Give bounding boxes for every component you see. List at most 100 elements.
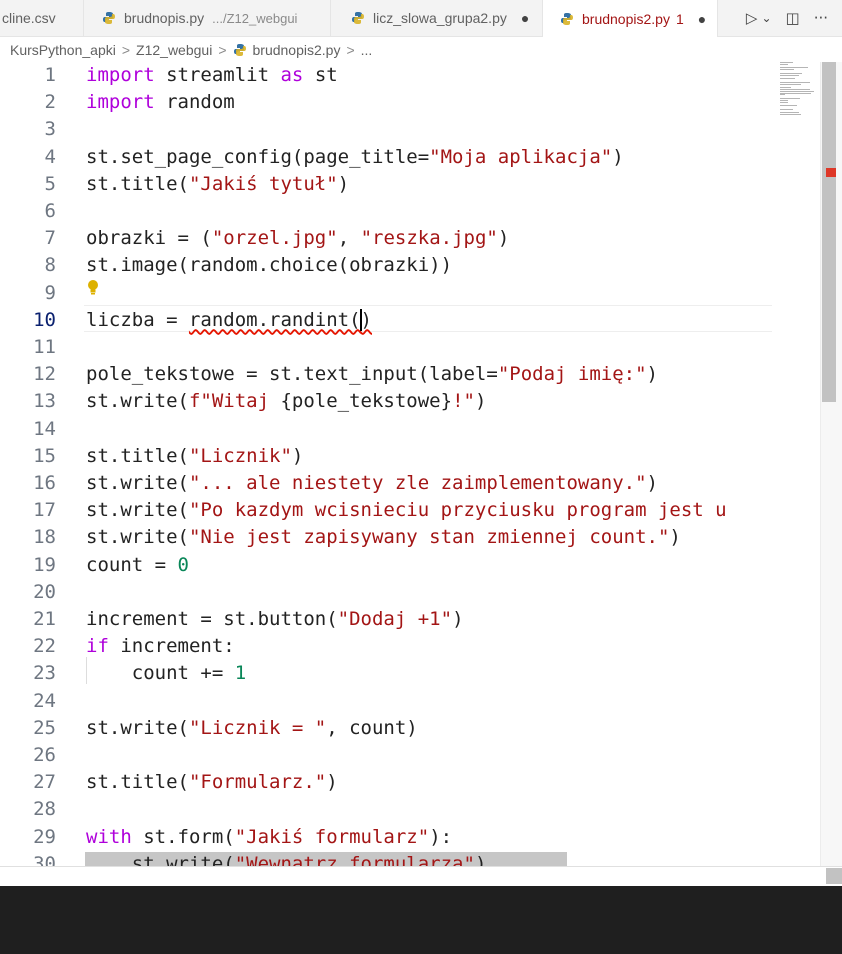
code-line[interactable]: 6 xyxy=(0,198,820,225)
tab-cline-csv[interactable]: cline.csv xyxy=(0,0,84,36)
split-editor-icon[interactable]: ◫ xyxy=(786,9,800,27)
code-line[interactable]: 13 st.write(f"Witaj {pole_tekstowe}!") xyxy=(0,388,820,415)
code-token: ) xyxy=(360,308,372,331)
code-line[interactable]: 19 count = 0 xyxy=(0,552,820,579)
line-number: 23 xyxy=(33,662,56,685)
code-token: ) xyxy=(497,227,510,250)
code-line[interactable]: 4 st.set_page_config(page_title="Moja apl… xyxy=(0,144,820,171)
line-number: 16 xyxy=(33,472,56,494)
code-token: count += xyxy=(86,662,235,685)
line-number: 26 xyxy=(33,744,56,766)
code-token: obrazki = ( xyxy=(86,227,212,250)
modified-dot-icon[interactable]: ● xyxy=(698,11,706,27)
chevron-right-icon: > xyxy=(218,42,227,58)
code-token: st.title( xyxy=(86,172,189,195)
code-line[interactable]: 21 increment = st.button("Dodaj +1") xyxy=(0,606,820,633)
breadcrumb-item[interactable]: Z12_webgui xyxy=(136,42,212,58)
code-line[interactable]: 30 st.write("Wewnatrz formularza") xyxy=(0,851,820,866)
minimap-line xyxy=(780,74,800,76)
code-token: st.title( xyxy=(86,771,189,794)
line-number: 28 xyxy=(33,798,56,821)
minimap-line xyxy=(780,105,798,107)
code-line[interactable]: 24 xyxy=(0,688,820,715)
code-line[interactable]: 11 xyxy=(0,334,820,361)
code-text: pole_tekstowe = st.text_input(label="Pod… xyxy=(86,361,658,388)
code-token: count = xyxy=(86,553,178,576)
tab-brudnopis2-py[interactable]: brudnopis2.py 1 ● xyxy=(543,0,718,37)
code-line[interactable]: 29 with st.form("Jakiś formularz"): xyxy=(0,824,820,851)
code-token: ) xyxy=(291,444,304,467)
line-number: 11 xyxy=(33,336,56,358)
code-token: ) xyxy=(474,852,487,866)
code-line[interactable]: 16 st.write("... ale niestety zle zaimple… xyxy=(0,470,820,497)
code-token: st.write( xyxy=(86,716,189,739)
code-token: random xyxy=(154,91,235,114)
horizontal-scrollbar[interactable] xyxy=(0,866,842,887)
line-number: 15 xyxy=(33,444,56,467)
breadcrumb-item[interactable]: ... xyxy=(361,42,373,58)
code-line[interactable]: 5 st.title("Jakiś tytuł") xyxy=(0,171,820,198)
code-text: import streamlit as st xyxy=(86,62,338,89)
minimap-line xyxy=(780,69,794,71)
code-line[interactable]: 20 xyxy=(0,579,820,606)
line-number: 24 xyxy=(33,689,56,712)
minimap[interactable] xyxy=(778,62,820,122)
line-number: 1 xyxy=(44,64,56,86)
code-token: if xyxy=(86,635,109,658)
code-line[interactable]: 10 liczba = random.randint() xyxy=(0,307,820,334)
tab-licz-slowa-grupa2[interactable]: licz_slowa_grupa2.py ● xyxy=(331,0,543,36)
minimap-line xyxy=(780,83,801,85)
code-token: "orzel.jpg" xyxy=(211,227,338,250)
line-number: 7 xyxy=(44,227,56,250)
line-number: 6 xyxy=(44,200,56,222)
line-number: 13 xyxy=(33,390,56,413)
code-token: streamlit xyxy=(154,64,281,86)
code-token: "Jakiś tytuł" xyxy=(188,172,338,195)
code-token: st xyxy=(303,64,338,86)
code-line[interactable]: 14 xyxy=(0,416,820,443)
run-menu-chevron-icon[interactable]: ⌄ xyxy=(761,11,771,25)
code-token: 1 xyxy=(234,662,247,685)
code-line[interactable]: 7 obrazki = ("orzel.jpg", "reszka.jpg") xyxy=(0,225,820,252)
code-token: st.write( xyxy=(86,472,189,494)
code-token: ) xyxy=(337,172,350,195)
modified-dot-icon[interactable]: ● xyxy=(521,10,529,26)
code-line[interactable]: 28 xyxy=(0,796,820,823)
line-number: 21 xyxy=(33,608,56,630)
code-text: st.title("Licznik") xyxy=(86,443,303,470)
code-line[interactable]: 23 count += 1 xyxy=(0,660,820,687)
code-line[interactable]: 18 st.write("Nie jest zapisywany stan zmi… xyxy=(0,524,820,551)
breadcrumb-item[interactable]: KursPython_apki xyxy=(10,42,116,58)
code-line[interactable]: 1 import streamlit as st xyxy=(0,62,820,89)
code-editor[interactable]: 1 import streamlit as st 2 import random 3 4 s… xyxy=(0,62,820,866)
code-token: "Dodaj +1" xyxy=(337,608,453,630)
code-line[interactable]: 25 st.write("Licznik = ", count) xyxy=(0,715,820,742)
code-line[interactable]: 9 xyxy=(0,280,820,307)
code-line[interactable]: 22 if increment: xyxy=(0,633,820,660)
line-number: 17 xyxy=(33,499,56,522)
code-line[interactable]: 26 xyxy=(0,742,820,769)
code-token: with xyxy=(86,825,132,848)
code-text: st.write("Nie jest zapisywany stan zmien… xyxy=(86,524,681,551)
code-line[interactable]: 2 import random xyxy=(0,89,820,116)
run-icon[interactable]: ▷ xyxy=(746,9,758,27)
code-line[interactable]: 12 pole_tekstowe = st.text_input(label="P… xyxy=(0,361,820,388)
code-line[interactable]: 15 st.title("Licznik") xyxy=(0,443,820,470)
breadcrumb-item[interactable]: brudnopis2.py xyxy=(253,42,341,58)
minimap-line xyxy=(780,94,786,96)
more-actions-icon[interactable]: ··· xyxy=(814,9,828,27)
code-token: "Formularz." xyxy=(188,771,327,794)
tab-brudnopis-py[interactable]: brudnopis.py .../Z12_webgui xyxy=(84,0,331,36)
code-line[interactable]: 27 st.title("Formularz.") xyxy=(0,769,820,796)
code-token: ): xyxy=(429,825,453,848)
code-text: if increment: xyxy=(86,633,235,660)
code-text: st.title("Formularz.") xyxy=(86,769,338,796)
code-line[interactable]: 17 st.write("Po kazdym wcisnieciu przyciu… xyxy=(0,497,820,524)
zoom-icon[interactable] xyxy=(826,868,842,884)
vertical-scrollbar-thumb[interactable] xyxy=(822,62,836,402)
code-token: {pole_tekstowe} xyxy=(280,390,453,413)
code-line[interactable]: 8 st.image(random.choice(obrazki)) xyxy=(0,252,820,279)
code-line[interactable]: 3 xyxy=(0,116,820,143)
problem-count-badge: 1 xyxy=(675,10,684,27)
code-token: "Licznik" xyxy=(188,444,292,467)
